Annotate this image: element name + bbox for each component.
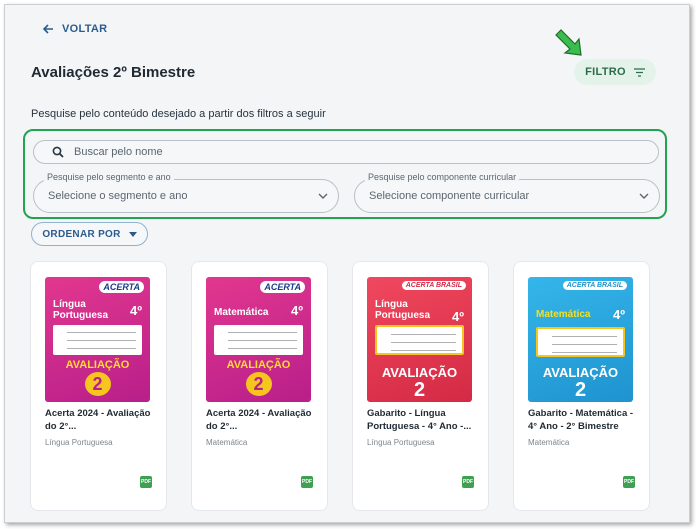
material-card[interactable]: ACERTA Matemática 4º AVALIAÇÃO 2 Acerta … [191,261,328,511]
back-button[interactable]: VOLTAR [42,23,107,35]
material-card[interactable]: ACERTA Língua Portuguesa 4º AVALIAÇÃO 2 … [30,261,167,511]
pdf-icon: PDF [140,476,152,488]
card-subject: Matemática [206,438,248,447]
cover-brand: ACERTA [99,281,144,293]
cover-subject: Língua Portuguesa [375,299,431,321]
cover-grade: 4º [452,309,464,324]
cover-grade: 4º [291,303,303,318]
cover-number: 2 [574,379,587,401]
cover-thumbnail: ACERTA BRASIL Matemática 4º AVALIAÇÃO 2 [528,277,633,402]
filters-instruction: Pesquise pelo conteúdo desejado a partir… [31,108,326,120]
segment-select-value: Selecione o segmento e ano [48,190,188,202]
cover-subject: Matemática [214,307,269,318]
material-card[interactable]: ACERTA BRASIL Matemática 4º AVALIAÇÃO 2 … [513,261,650,511]
card-subject: Língua Portuguesa [367,438,435,447]
search-input[interactable]: Buscar pelo nome [33,140,659,164]
sort-button[interactable]: ORDENAR POR [31,222,148,246]
card-title: Gabarito - Língua Portuguesa - 4° Ano -.… [367,408,472,432]
component-select-label: Pesquise pelo componente curricular [365,172,520,182]
component-select-value: Selecione componente curricular [369,190,530,202]
cover-subject: Matemática [536,309,591,320]
cover-form-box [214,325,303,355]
cover-form-box [53,325,142,355]
filter-panel: Buscar pelo nome Pesquise pelo segmento … [23,129,667,219]
chevron-down-icon [639,193,649,199]
cover-grade: 4º [613,307,625,322]
cover-label: AVALIAÇÃO [381,365,458,380]
pdf-icon: PDF [623,476,635,488]
cover-form-box [375,325,464,355]
cover-form-box [536,327,625,357]
cover-grade: 4º [130,303,142,318]
filter-lines-icon [633,67,645,77]
sort-label: ORDENAR POR [42,228,121,240]
page-title: Avaliações 2º Bimestre [31,64,196,81]
search-icon [52,146,64,158]
pdf-icon: PDF [301,476,313,488]
cover-brand: ACERTA BRASIL [401,281,466,290]
arrow-left-icon [42,24,53,34]
card-title: Acerta 2024 - Avaliação do 2°... [45,408,151,432]
back-label: VOLTAR [62,23,108,35]
segment-select[interactable]: Pesquise pelo segmento e ano Selecione o… [33,172,339,213]
cover-label: AVALIAÇÃO [542,365,619,380]
cover-subject: Língua Portuguesa [53,299,109,321]
chevron-down-icon [318,193,328,199]
cover-thumbnail: ACERTA Língua Portuguesa 4º AVALIAÇÃO 2 [45,277,150,402]
card-subject: Matemática [528,438,570,447]
card-subject: Língua Portuguesa [45,438,113,447]
cover-number: 2 [245,372,272,396]
card-title: Gabarito - Matemática - 4° Ano - 2° Bime… [528,408,634,432]
component-select[interactable]: Pesquise pelo componente curricular Sele… [354,172,660,213]
filter-label: FILTRO [585,66,626,78]
cover-number: 2 [413,379,426,401]
card-title: Acerta 2024 - Avaliação do 2°... [206,408,312,432]
filter-button[interactable]: FILTRO [574,59,656,85]
segment-select-label: Pesquise pelo segmento e ano [44,172,174,182]
cover-label: AVALIAÇÃO [226,359,291,371]
search-placeholder: Buscar pelo nome [74,146,163,158]
cover-number: 2 [84,372,111,396]
cover-thumbnail: ACERTA Matemática 4º AVALIAÇÃO 2 [206,277,311,402]
cover-thumbnail: ACERTA BRASIL Língua Portuguesa 4º AVALI… [367,277,472,402]
app-window: VOLTAR Avaliações 2º Bimestre FILTRO Pes… [4,4,690,523]
caret-down-icon [128,231,137,237]
material-card[interactable]: ACERTA BRASIL Língua Portuguesa 4º AVALI… [352,261,489,511]
cover-label: AVALIAÇÃO [65,359,130,371]
pdf-icon: PDF [462,476,474,488]
pointer-arrow-icon [555,29,582,56]
cover-brand: ACERTA [260,281,305,293]
cover-brand: ACERTA BRASIL [562,281,627,290]
